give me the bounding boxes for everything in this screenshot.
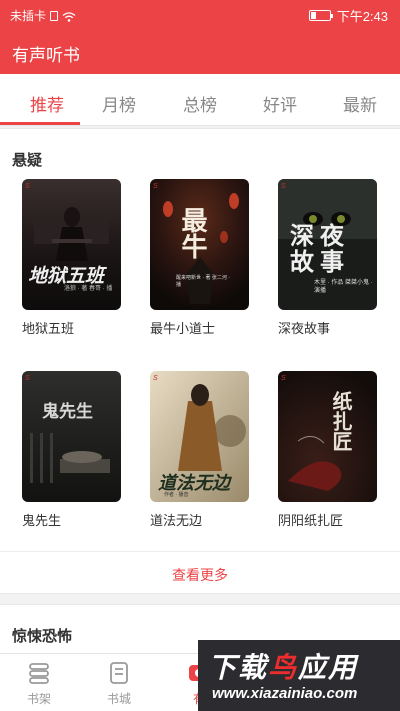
book-item[interactable]: S 鬼先生 鬼先生 (22, 371, 122, 529)
book-item[interactable]: S 道法无边 作者 · 播音 道法无边 (150, 371, 250, 529)
svg-text:S: S (25, 183, 30, 190)
battery-icon (308, 10, 333, 21)
book-cover[interactable]: S 鬼先生 (22, 371, 121, 502)
nav-label: 书架 (26, 692, 51, 706)
bookstore-icon (106, 660, 132, 686)
watermark-url: www.xiazainiao.com (212, 685, 358, 702)
carrier-label: 未插卡 (10, 9, 47, 23)
nav-bookshelf[interactable]: 书架 (9, 660, 69, 707)
book-title: 最牛小道士 (150, 321, 216, 336)
nav-bookstore[interactable]: 书城 (89, 660, 149, 707)
svg-text:S: S (25, 375, 30, 382)
section-title: 悬疑 (12, 152, 43, 169)
wifi-icon (62, 11, 76, 22)
book-item[interactable]: S 地狱五班 洛狼 · 著 春哥 · 播 地狱五班 (22, 179, 122, 337)
cover-title: 地狱五班 (28, 265, 105, 287)
status-bar: 未插卡 下午2:43 (0, 0, 400, 28)
divider (0, 551, 400, 552)
book-title: 道法无边 (150, 513, 203, 528)
app-bar: 有声听书 (0, 28, 400, 74)
app-title: 有声听书 (12, 46, 80, 65)
book-title: 阴阳纸扎匠 (278, 513, 344, 528)
tab-indicator (0, 122, 80, 125)
book-cover[interactable]: S 纸扎匠 (278, 371, 377, 502)
book-title: 地狱五班 (22, 321, 75, 336)
svg-text:S: S (153, 375, 158, 382)
section-suspense: 悬疑 S 地狱五班 洛狼 · 著 春哥 · 播 地狱五班 S 最牛 醒来吧新世 … (0, 128, 400, 594)
book-title: 鬼先生 (22, 513, 62, 528)
clock: 下午2:43 (336, 9, 388, 24)
nav-label: 书城 (106, 692, 131, 706)
tab-top-rated[interactable]: 好评 (240, 91, 320, 116)
site-watermark: 下载鸟应用 www.xiazainiao.com (198, 640, 400, 711)
cover-credit: 木里 · 作品 桀桀小鬼 · 演播 (314, 280, 373, 294)
view-more-button[interactable]: 查看更多 (0, 565, 400, 585)
book-cover[interactable]: S 深夜故事 木里 · 作品 桀桀小鬼 · 演播 (278, 179, 377, 310)
sim-card-icon (50, 10, 59, 21)
section-title: 惊悚恐怖 (12, 628, 73, 645)
book-cover[interactable]: S 道法无边 作者 · 播音 (150, 371, 249, 502)
book-item[interactable]: S 纸扎匠 阴阳纸扎匠 (278, 371, 378, 529)
svg-text:S: S (153, 183, 158, 190)
book-title: 深夜故事 (278, 321, 331, 336)
bookshelf-icon (26, 660, 52, 686)
cover-credit: 醒来吧新世 · 著 张二河 · 播 (176, 275, 230, 288)
book-cover[interactable]: S 最牛 醒来吧新世 · 著 张二河 · 播 (150, 179, 249, 310)
cover-credit: 作者 · 播音 (164, 492, 189, 498)
book-item[interactable]: S 深夜故事 木里 · 作品 桀桀小鬼 · 演播 深夜故事 (278, 179, 378, 337)
svg-text:S: S (281, 375, 286, 382)
cover-title: 鬼先生 (42, 402, 93, 422)
tab-recommend[interactable]: 推荐 (7, 91, 87, 116)
watermark-logo: 下载鸟应用 (208, 652, 359, 683)
book-cover[interactable]: S 地狱五班 洛狼 · 著 春哥 · 播 (22, 179, 121, 310)
cover-title: 最牛 (177, 207, 207, 259)
tab-monthly[interactable]: 月榜 (79, 91, 159, 116)
cover-title: 深夜故事 (290, 221, 350, 276)
category-tabs: 推荐 月榜 总榜 好评 最新 (0, 74, 400, 126)
svg-text:S: S (281, 183, 286, 190)
tab-newest[interactable]: 最新 (320, 91, 400, 116)
cover-title: 纸扎匠 (329, 391, 353, 451)
cover-credit: 洛狼 · 著 春哥 · 播 (64, 286, 113, 292)
book-item[interactable]: S 最牛 醒来吧新世 · 著 张二河 · 播 最牛小道士 (150, 179, 250, 337)
tab-total[interactable]: 总榜 (160, 91, 240, 116)
